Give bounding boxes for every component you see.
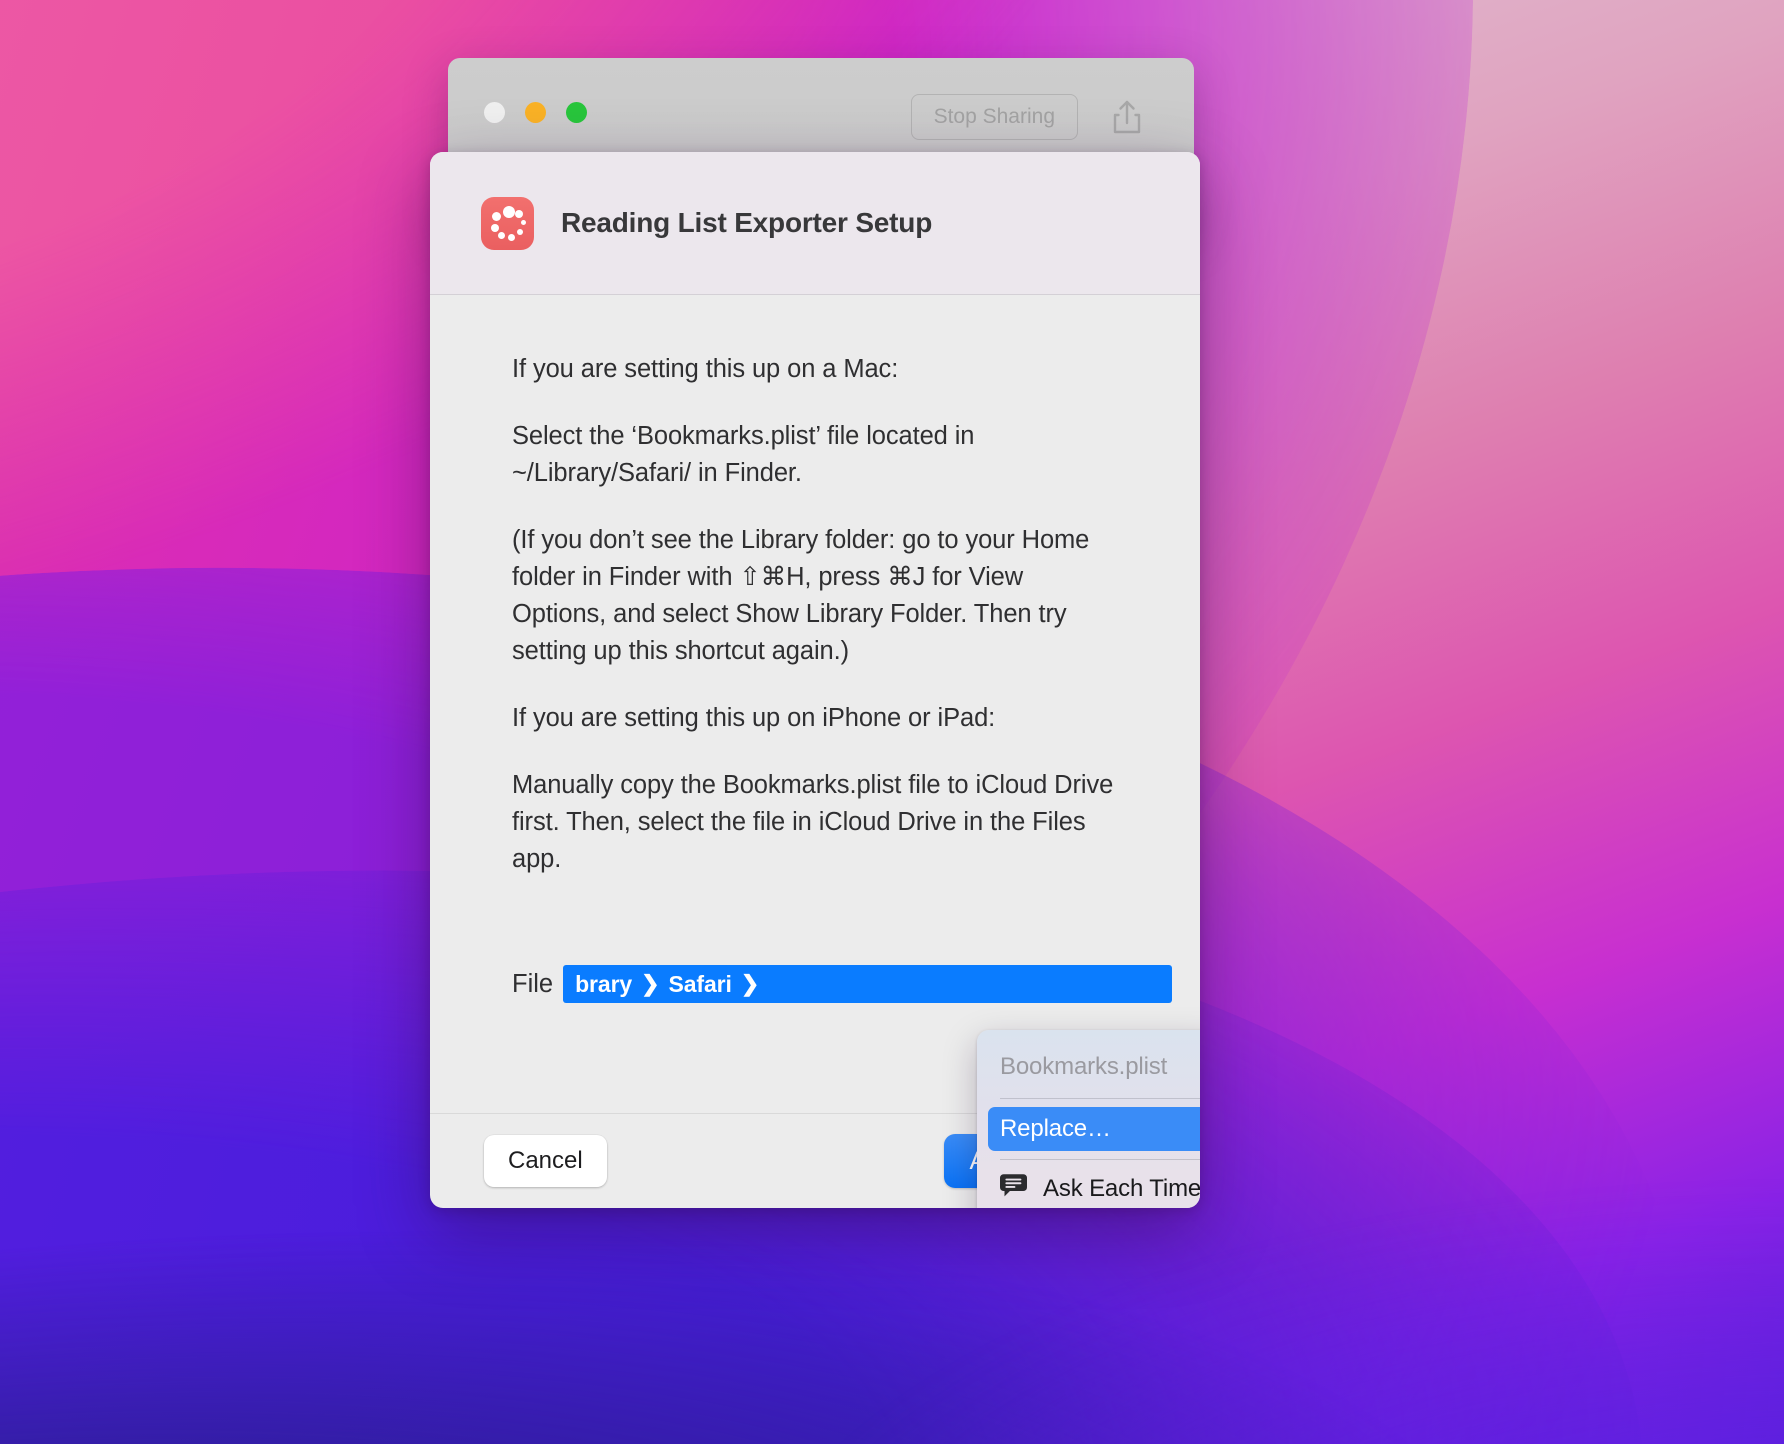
menu-item-replace-label: Replace… [1000,1115,1111,1142]
setup-dialog: Reading List Exporter Setup If you are s… [430,152,1200,1208]
page-title: Reading List Exporter Setup [561,207,933,238]
file-path-token[interactable]: brary ❯ Safari ❯ [563,965,1172,1003]
instruction-paragraph-select-file: Select the ‘Bookmarks.plist’ file locate… [512,422,975,487]
chevron-right-icon-trailing: ❯ [740,971,760,996]
instruction-paragraph-library-hint: (If you don’t see the Library folder: go… [512,526,1090,665]
popup-menu-separator-top [1000,1098,1200,1099]
shortcuts-app-icon [481,196,534,250]
minimize-window-button[interactable] [525,102,546,123]
popup-menu-header: Bookmarks.plist [1000,1053,1168,1080]
stop-sharing-label: Stop Sharing [933,105,1055,128]
menu-item-ask-each-time-label: Ask Each Time [1043,1175,1200,1202]
close-window-button[interactable] [484,102,505,123]
cancel-button[interactable]: Cancel [484,1135,607,1187]
file-field-label: File [512,969,554,998]
window-traffic-lights [484,102,587,123]
share-icon[interactable] [1102,92,1152,144]
instruction-paragraph-icloud: Manually copy the Bookmarks.plist file t… [512,771,1114,873]
file-source-popup-menu[interactable]: Bookmarks.plist Replace… Ask Each Time [977,1030,1200,1208]
menu-item-ask-each-time[interactable]: Ask Each Time [977,1168,1200,1208]
zoom-window-button[interactable] [566,102,587,123]
file-field-row: File brary ❯ Safari ❯ [512,965,1172,1003]
file-path-segment-library: brary [575,970,633,997]
stop-sharing-button[interactable]: Stop Sharing [910,94,1078,140]
instruction-paragraph-mac-intro: If you are setting this up on a Mac: [512,355,899,383]
popup-menu-separator-bottom [1000,1159,1200,1160]
instruction-paragraph-ios-intro: If you are setting this up on iPhone or … [512,704,996,732]
dialog-body: If you are setting this up on a Mac: Sel… [430,295,1200,1208]
menu-item-replace[interactable]: Replace… [988,1107,1200,1151]
speech-bubble-icon [1000,1173,1027,1205]
dialog-header: Reading List Exporter Setup [430,152,1200,295]
chevron-right-icon: ❯ [641,971,660,996]
file-path-segment-safari: Safari [668,970,732,997]
